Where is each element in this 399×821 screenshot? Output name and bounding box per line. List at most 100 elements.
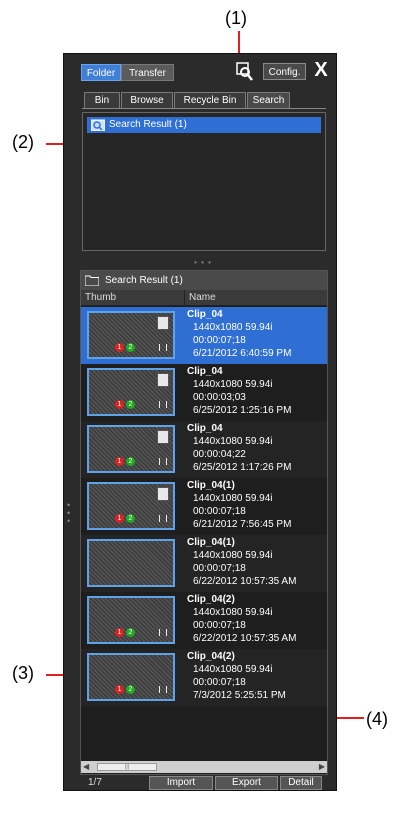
search-folder-icon: [90, 119, 106, 132]
result-row[interactable]: 1 2 Clip_04(2) 1440x1080 59.94i 00:00:07…: [81, 592, 327, 649]
clip-date: 6/22/2012 10:57:35 AM: [193, 576, 297, 587]
clip-name: Clip_04: [187, 366, 223, 377]
badge-one: 1: [115, 400, 124, 409]
grid-icon: [159, 344, 167, 351]
clip-format: 1440x1080 59.94i: [193, 550, 273, 561]
results-header-label: Search Result (1): [105, 275, 183, 286]
folder-icon: [84, 274, 100, 287]
clip-name: Clip_04(1): [187, 537, 235, 548]
clip-format: 1440x1080 59.94i: [193, 322, 273, 333]
clip-duration: 00:00:07;18: [193, 335, 246, 346]
document-icon: [157, 373, 169, 387]
scroll-right-icon[interactable]: ▶: [319, 761, 325, 773]
clip-format: 1440x1080 59.94i: [193, 493, 273, 504]
clip-date: 7/3/2012 5:25:51 PM: [193, 690, 286, 701]
clip-duration: 00:00:07;18: [193, 620, 246, 631]
source-browser-panel: Folder Transfer Config. X Bin Browse Rec…: [63, 53, 337, 791]
badge-two: 2: [126, 628, 135, 637]
grid-icon: [159, 515, 167, 522]
result-row[interactable]: 1 2 Clip_04(1) 1440x1080 59.94i 00:00:07…: [81, 478, 327, 535]
badge-two: 2: [126, 400, 135, 409]
result-row[interactable]: 1 2 Clip_04 1440x1080 59.94i 00:00:04;22…: [81, 421, 327, 478]
clip-format: 1440x1080 59.94i: [193, 436, 273, 447]
clip-format: 1440x1080 59.94i: [193, 664, 273, 675]
clip-date: 6/25/2012 1:17:26 PM: [193, 462, 292, 473]
item-counter: 1/7: [88, 777, 102, 788]
clip-date: 6/21/2012 6:40:59 PM: [193, 348, 292, 359]
document-icon: [157, 316, 169, 330]
folder-toggle[interactable]: Folder: [81, 64, 121, 81]
callout-2-label: (2): [12, 132, 34, 152]
clip-thumbnail: 1 2: [87, 311, 175, 359]
clip-name: Clip_04: [187, 309, 223, 320]
results-header: Search Result (1): [81, 271, 327, 290]
result-row[interactable]: 1 2 Clip_04(2) 1440x1080 59.94i 00:00:07…: [81, 649, 327, 706]
scrollbar-thumb[interactable]: |||: [97, 763, 157, 771]
tab-recycle-bin[interactable]: Recycle Bin: [174, 92, 246, 108]
transfer-toggle[interactable]: Transfer: [121, 64, 174, 81]
callout-4-label: (4): [366, 709, 388, 729]
tab-browse[interactable]: Browse: [121, 92, 173, 108]
badge-two: 2: [126, 514, 135, 523]
export-button[interactable]: Export: [215, 776, 278, 790]
clip-thumbnail: [87, 539, 175, 587]
splitter-handle[interactable]: • • •: [193, 259, 213, 267]
clip-meta: Clip_04(1) 1440x1080 59.94i 00:00:07;18 …: [187, 479, 291, 531]
badge-two: 2: [126, 343, 135, 352]
close-icon[interactable]: X: [312, 59, 330, 81]
column-header: Thumb Name: [81, 290, 327, 306]
clip-date: 6/25/2012 1:25:16 PM: [193, 405, 292, 416]
clip-date: 6/22/2012 10:57:35 AM: [193, 633, 297, 644]
badge-one: 1: [115, 514, 124, 523]
search-results-list: Search Result (1) Thumb Name 1 2 Clip_04…: [80, 270, 328, 775]
column-thumb[interactable]: Thumb: [85, 290, 116, 305]
column-name[interactable]: Name: [189, 290, 216, 305]
document-icon: [157, 487, 169, 501]
tree-item-label: Search Result (1): [109, 119, 187, 130]
clip-duration: 00:00:07;18: [193, 677, 246, 688]
result-row[interactable]: Clip_04(1) 1440x1080 59.94i 00:00:07;18 …: [81, 535, 327, 592]
clip-thumbnail: 1 2: [87, 482, 175, 530]
clip-name: Clip_04(2): [187, 594, 235, 605]
clip-meta: Clip_04(1) 1440x1080 59.94i 00:00:07;18 …: [187, 536, 296, 588]
badge-one: 1: [115, 685, 124, 694]
left-resize-grip[interactable]: • • •: [67, 501, 73, 531]
grid-icon: [159, 458, 167, 465]
horizontal-scrollbar[interactable]: ◀ ||| ▶: [81, 761, 327, 773]
import-button[interactable]: Import: [149, 776, 213, 790]
tree-item-search-result[interactable]: Search Result (1): [87, 117, 321, 133]
clip-meta: Clip_04 1440x1080 59.94i 00:00:04;22 6/2…: [187, 422, 291, 474]
result-row[interactable]: 1 2 Clip_04 1440x1080 59.94i 00:00:03;03…: [81, 364, 327, 421]
clip-meta: Clip_04(2) 1440x1080 59.94i 00:00:07;18 …: [187, 593, 296, 645]
badge-one: 1: [115, 457, 124, 466]
document-icon: [157, 430, 169, 444]
column-separator[interactable]: [184, 290, 185, 305]
clip-date: 6/21/2012 7:56:45 PM: [193, 519, 292, 530]
badge-one: 1: [115, 628, 124, 637]
clip-thumbnail: 1 2: [87, 425, 175, 473]
result-row[interactable]: 1 2 Clip_04 1440x1080 59.94i 00:00:07;18…: [81, 307, 327, 364]
grid-icon: [159, 686, 167, 693]
badge-two: 2: [126, 457, 135, 466]
search-icon[interactable]: [236, 62, 254, 82]
panel-footer: 1/7 Import Export Detail: [64, 776, 336, 790]
config-button[interactable]: Config.: [263, 63, 306, 80]
badge-two: 2: [126, 685, 135, 694]
detail-button[interactable]: Detail: [280, 776, 322, 790]
panel-toolbar: Folder Transfer Config. X: [64, 54, 336, 88]
tab-divider: [82, 108, 326, 109]
grid-icon: [159, 401, 167, 408]
clip-format: 1440x1080 59.94i: [193, 607, 273, 618]
clip-duration: 00:00:04;22: [193, 449, 246, 460]
scroll-left-icon[interactable]: ◀: [83, 761, 89, 773]
clip-duration: 00:00:03;03: [193, 392, 246, 403]
tab-search[interactable]: Search: [247, 92, 290, 109]
clip-duration: 00:00:07;18: [193, 563, 246, 574]
clip-thumbnail: 1 2: [87, 368, 175, 416]
clip-meta: Clip_04(2) 1440x1080 59.94i 00:00:07;18 …: [187, 650, 286, 702]
tab-bin[interactable]: Bin: [84, 92, 120, 108]
clip-format: 1440x1080 59.94i: [193, 379, 273, 390]
clip-name: Clip_04(2): [187, 651, 235, 662]
clip-meta: Clip_04 1440x1080 59.94i 00:00:03;03 6/2…: [187, 365, 291, 417]
callout-3-label: (3): [12, 663, 34, 683]
